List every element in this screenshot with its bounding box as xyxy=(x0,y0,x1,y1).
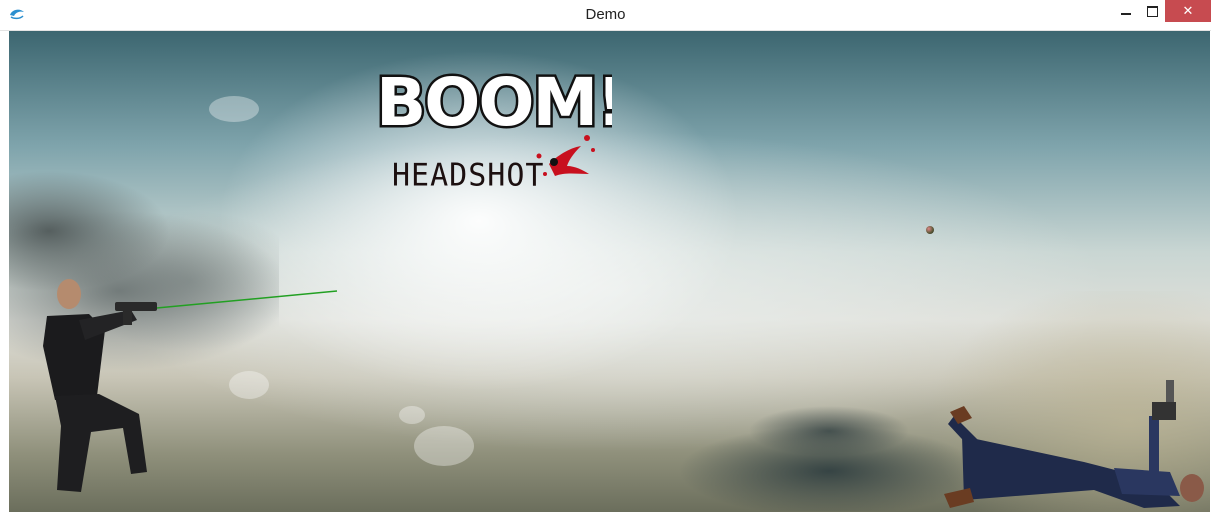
enemy-character xyxy=(944,380,1204,508)
game-canvas[interactable]: BOOM! HEADSHOT xyxy=(9,31,1210,512)
headshot-logo-text: HEADSHOT xyxy=(392,157,545,194)
window-title: Demo xyxy=(585,6,626,23)
close-button[interactable]: ✕ xyxy=(1165,0,1211,22)
maximize-icon xyxy=(1146,5,1158,17)
maximize-button[interactable] xyxy=(1135,0,1169,22)
minimize-icon xyxy=(1121,13,1131,15)
bullet xyxy=(926,226,934,234)
boom-logo: BOOM! xyxy=(374,63,613,135)
boom-logo-word: BOOM! xyxy=(376,64,612,135)
close-icon: ✕ xyxy=(1182,3,1194,19)
window-titlebar[interactable]: Demo ✕ xyxy=(0,0,1211,31)
player-character xyxy=(43,279,157,492)
